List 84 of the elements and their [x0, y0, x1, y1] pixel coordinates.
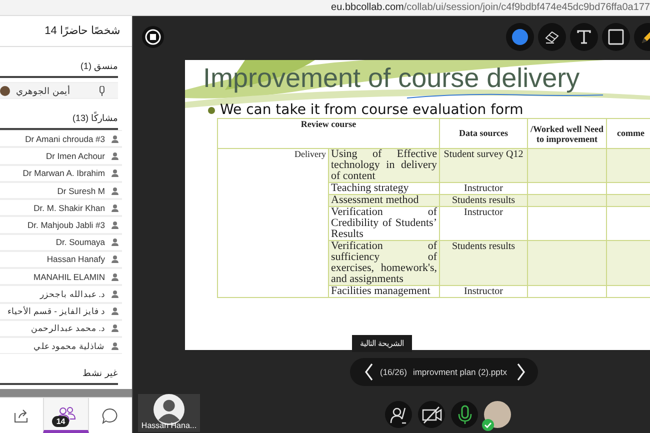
table-cell: Instructor — [440, 286, 528, 298]
person-icon — [111, 342, 119, 350]
attendee-row[interactable]: شاذلية محمود علي — [0, 337, 122, 354]
table-cell: Students results — [440, 240, 528, 286]
participants-tab[interactable]: 14 — [43, 398, 89, 433]
section-heading: غير نشط — [82, 368, 118, 378]
attendee-name: د. عبدالله باجحزر — [40, 288, 105, 299]
person-icon — [111, 152, 119, 160]
attendee-name: MANAHIL ELAMIN — [34, 272, 105, 282]
person-icon — [111, 324, 119, 332]
camera-off-icon — [422, 406, 442, 424]
table-cell: Using of Effective technology in delivery of content — [328, 148, 440, 182]
hand-button[interactable] — [385, 401, 412, 428]
table-cell: Students results — [440, 194, 528, 206]
attendee-row[interactable]: MANAHIL ELAMIN — [0, 268, 122, 286]
square-icon — [608, 29, 624, 45]
file-name: improvment plan (2).pptx — [412, 367, 507, 377]
color-swatch-icon — [512, 29, 528, 45]
bullet-text: We can take it from course evaluation form — [220, 102, 524, 118]
attendee-row[interactable]: Hassan Hanafy — [0, 250, 122, 268]
person-icon — [111, 221, 119, 230]
attendee-row[interactable]: Dr Imen Achour — [0, 147, 122, 165]
chat-bubble-icon — [102, 408, 118, 424]
attendee-row[interactable]: Dr Suresh M — [0, 182, 122, 200]
people-icon — [56, 406, 76, 422]
person-icon — [111, 255, 119, 264]
person-icon — [111, 290, 119, 298]
attendee-name: Dr. M. Shakir Khan — [34, 202, 105, 213]
section-heading: منسق (1) — [80, 61, 118, 71]
text-icon — [576, 29, 592, 45]
table-cell: Verification of sufficiency of exercises, homework's, and assignments — [328, 240, 440, 286]
attendee-name: Dr. Soumaya — [56, 237, 105, 248]
avatar — [0, 86, 10, 96]
eraser-icon — [544, 30, 560, 44]
attendee-name: Dr Amani chrouda #3 — [25, 134, 105, 144]
shape-tool-button[interactable] — [602, 23, 630, 51]
text-tool-button[interactable] — [570, 23, 598, 51]
person-icon — [111, 204, 119, 212]
attendee-row[interactable]: Dr Marwan A. Ibrahim — [0, 164, 122, 182]
attendee-name: Dr Marwan A. Ibrahim — [22, 168, 105, 178]
attendee-row[interactable]: Dr. M. Shakir Khan — [0, 199, 122, 216]
attendee-row[interactable]: Dr. Soumaya — [0, 234, 122, 251]
attendee-name: أيمن الجوهري — [16, 86, 71, 96]
count-badge: 14 — [52, 416, 70, 428]
stop-icon[interactable] — [141, 25, 165, 49]
attendee-name: د. محمد عبدالرحمن — [30, 323, 105, 334]
slide-counter: (16/26) — [380, 367, 407, 377]
share-icon — [14, 408, 30, 422]
attendee-name: Hassan Hanafy — [46, 254, 105, 264]
table-cell: Facilities management — [328, 286, 440, 298]
person-icon — [111, 307, 119, 316]
column-header: Review course — [218, 118, 440, 148]
microphone-icon — [458, 404, 472, 424]
microphone-button[interactable] — [451, 401, 478, 428]
attendee-row[interactable]: Dr Amani chrouda #3 — [0, 130, 122, 148]
attendee-row[interactable]: د. عبدالله باجحزر — [0, 285, 122, 303]
tooltip: الشريحة التالية — [352, 335, 412, 352]
attendee-count: 14 شخصًا حاضرًا — [0, 16, 132, 47]
raised-hand-person-icon — [390, 406, 408, 424]
next-icon[interactable] — [516, 363, 526, 381]
person-icon — [111, 238, 119, 246]
attendee-name: د فايز الفايز - قسم الأحياء — [7, 306, 105, 316]
attendee-name: Dr Suresh M — [57, 186, 105, 196]
table-cell: Assessment method — [328, 194, 440, 206]
camera-button[interactable] — [418, 401, 445, 428]
table-cell: Delivery — [218, 148, 328, 298]
person-icon — [111, 272, 119, 281]
attendee-row[interactable]: د فايز الفايز - قسم الأحياء — [0, 302, 122, 320]
video-name: Hassan Hana... — [141, 421, 197, 430]
person-icon — [111, 134, 119, 143]
bullet-icon — [208, 106, 215, 114]
table-cell: Student survey Q12 — [440, 148, 528, 182]
attendee-name: Dr Imen Achour — [46, 151, 105, 162]
pen-color-button[interactable] — [506, 23, 534, 51]
attendee-name: Dr. Mahjoub Jabli #3 — [28, 220, 105, 230]
person-icon — [111, 169, 119, 178]
previous-icon[interactable] — [364, 363, 374, 381]
section-heading: مشاركًا (13) — [72, 113, 118, 124]
attendee-row[interactable]: Dr. Mahjoub Jabli #3 — [0, 216, 122, 234]
eraser-tool-button[interactable] — [538, 23, 566, 51]
attendee-row[interactable]: د. محمد عبدالرحمن — [0, 320, 122, 338]
person-icon — [111, 186, 119, 195]
attendee-name: شاذلية محمود علي — [33, 340, 105, 351]
video-tile[interactable]: Hassan Hana... — [138, 394, 200, 432]
